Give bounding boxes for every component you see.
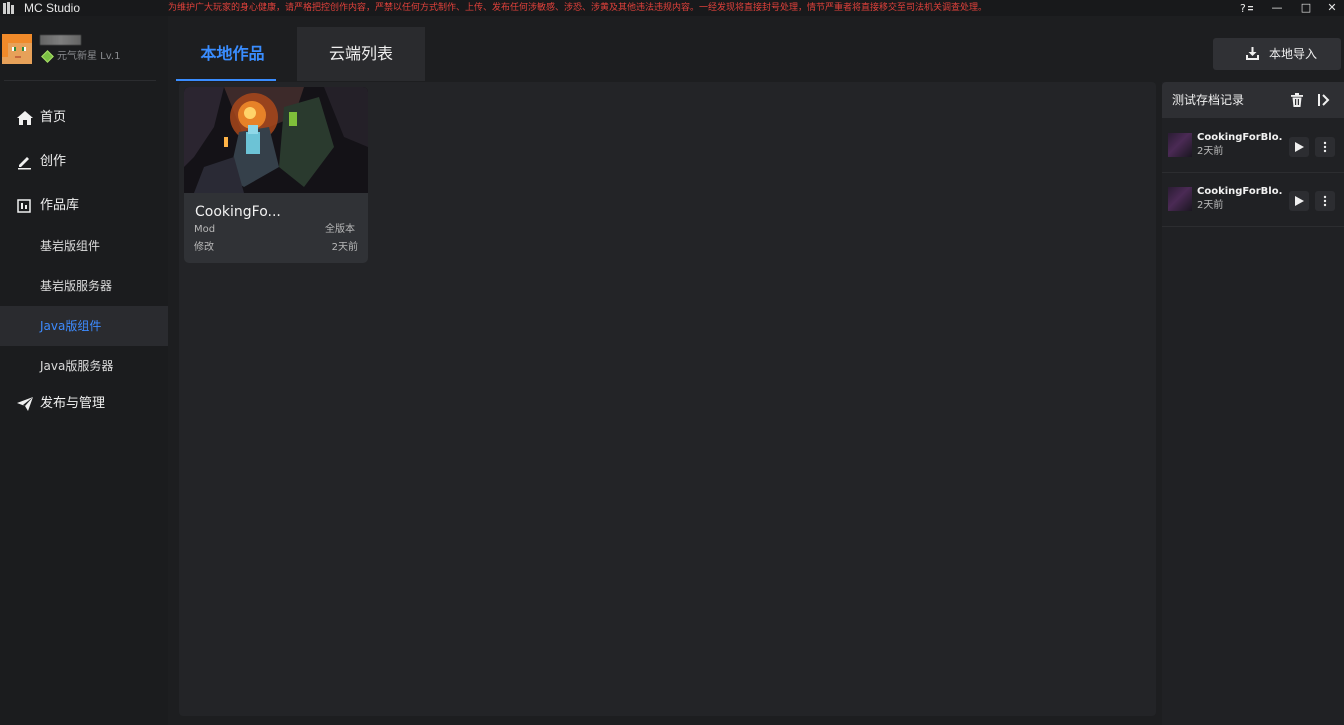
sidebar-item-label: 基岩版服务器 [40,279,113,293]
test-records-panel: 测试存档记录 CookingForBlo... 2天前 CookingForBl… [1162,82,1344,725]
play-button[interactable] [1289,137,1309,157]
username-redacted [40,35,81,45]
more-button[interactable] [1315,191,1335,211]
record-item[interactable]: CookingForBlo... 2天前 [1162,119,1344,173]
sidebar-item-label: Java版组件 [40,319,102,333]
record-time: 2天前 [1197,200,1224,211]
sidebar-item-label: 作品库 [40,198,80,213]
play-button[interactable] [1289,191,1309,211]
app-title: MC Studio [24,1,81,15]
library-icon [17,199,31,213]
tab-label: 云端列表 [328,44,393,63]
sidebar-item-java-server[interactable]: Java版服务器 [0,346,168,386]
play-icon [1295,196,1304,206]
record-name: CookingForBlo... [1197,132,1283,143]
trash-icon[interactable] [1290,93,1304,107]
title-bar: MC Studio 为维护广大玩家的身心健康，请严格把控创作内容，严禁以任何方式… [0,0,1344,16]
records-header: 测试存档记录 [1162,82,1344,118]
app-logo-icon [3,2,15,14]
sidebar-item-bedrock-addon[interactable]: 基岩版组件 [0,226,168,266]
help-settings-icon[interactable]: ? [1233,0,1261,16]
record-thumbnail [1168,187,1192,211]
paper-plane-icon [17,397,33,411]
sidebar: 元气新星 Lv.1 首页 创作 作品库 基岩版组件 基岩版服务器 Java版组件… [0,16,168,725]
sidebar-item-label: Java版服务器 [40,359,114,373]
sidebar-item-library[interactable]: 作品库 [0,186,168,226]
more-button[interactable] [1315,137,1335,157]
more-vertical-icon [1323,195,1327,207]
record-time: 2天前 [1197,146,1224,157]
tab-label: 本地作品 [200,44,265,63]
work-card[interactable]: CookingFo... Mod 全版本 修改 2天前 [184,87,368,263]
sidebar-item-label: 基岩版组件 [40,239,101,253]
sidebar-item-label: 发布与管理 [40,396,106,411]
sidebar-item-label: 创作 [40,154,67,169]
local-import-button[interactable]: 本地导入 [1213,38,1341,70]
home-icon [17,111,33,125]
scrollbar[interactable] [1157,82,1161,716]
tab-active-indicator [176,79,276,81]
sidebar-item-java-addon[interactable]: Java版组件 [0,306,168,346]
records-title: 测试存档记录 [1172,93,1245,107]
work-thumbnail [184,87,368,193]
work-type: Mod [194,224,216,235]
close-button[interactable]: ✕ [1318,0,1344,16]
sidebar-divider [4,80,156,81]
content-notice: 为维护广大玩家的身心健康，请严格把控创作内容，严禁以任何方式制作、上传、发布任何… [168,3,988,13]
more-vertical-icon [1323,141,1327,153]
tab-local-works[interactable]: 本地作品 [168,27,297,81]
sidebar-item-publish[interactable]: 发布与管理 [0,384,168,424]
sidebar-item-label: 首页 [40,110,67,125]
record-item[interactable]: CookingForBlo... 2天前 [1162,173,1344,227]
svg-text:?: ? [1240,2,1246,14]
work-action: 修改 [194,242,214,253]
import-label: 本地导入 [1269,47,1318,61]
work-time: 2天前 [331,242,358,253]
sidebar-item-create[interactable]: 创作 [0,142,168,182]
work-version: 全版本 [325,224,355,235]
level-gem-icon [41,50,54,63]
tab-cloud-list[interactable]: 云端列表 [297,27,425,81]
user-level: 元气新星 Lv.1 [57,51,121,62]
work-name: CookingFo... [195,204,281,220]
download-icon [1246,47,1259,60]
sidebar-item-home[interactable]: 首页 [0,98,168,138]
minimize-button[interactable]: — [1263,0,1291,16]
pen-icon [18,157,31,170]
collapse-panel-icon[interactable] [1317,93,1331,107]
record-thumbnail [1168,133,1192,157]
avatar[interactable] [2,34,32,64]
record-name: CookingForBlo... [1197,186,1283,197]
maximize-button[interactable]: □ [1292,0,1320,16]
sidebar-item-bedrock-server[interactable]: 基岩版服务器 [0,266,168,306]
play-icon [1295,142,1304,152]
